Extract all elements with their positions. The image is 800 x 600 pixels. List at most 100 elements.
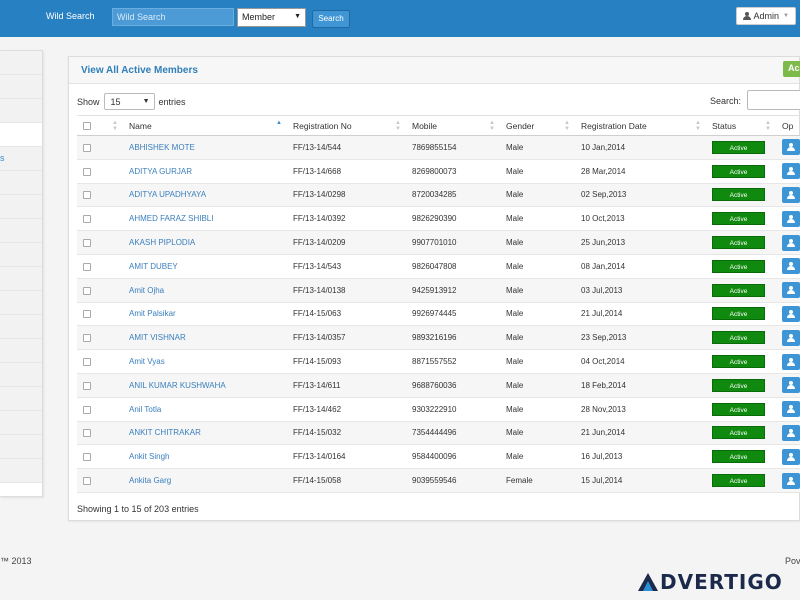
view-member-button[interactable] [782,234,800,251]
sidebar-item[interactable] [0,315,42,339]
view-member-button[interactable] [782,472,800,489]
view-member-button[interactable] [782,139,800,156]
sidebar-item[interactable] [0,363,42,387]
user-icon [787,190,795,199]
status-badge[interactable]: Active [712,426,765,440]
sidebar-item[interactable] [0,243,42,267]
sidebar-item[interactable] [0,99,42,123]
sort-icon: ▲ ▼ [765,120,771,132]
status-badge[interactable]: Active [712,355,765,369]
column-header-registration-date[interactable]: Registration Date ▲ ▼ [575,115,706,136]
row-checkbox[interactable] [83,262,91,271]
sidebar-item[interactable] [0,195,42,219]
row-checkbox[interactable] [83,453,91,462]
sidebar-item[interactable] [0,387,42,411]
sidebar-item[interactable] [0,291,42,315]
member-name-link[interactable]: Ankit Singh [129,452,169,461]
view-member-button[interactable] [782,305,800,322]
sidebar-item[interactable] [0,51,42,75]
view-member-button[interactable] [782,210,800,227]
admin-menu-button[interactable]: Admin ▼ [736,7,796,25]
row-checkbox[interactable] [83,238,91,247]
view-member-button[interactable] [782,448,800,465]
search-button[interactable]: Search [312,10,350,28]
view-member-button[interactable] [782,282,800,299]
sidebar-item[interactable] [0,219,42,243]
member-name-link[interactable]: Amit Ojha [129,286,164,295]
member-name-link[interactable]: Anil Totla [129,405,161,414]
select-all-checkbox[interactable] [83,122,91,131]
sidebar-item[interactable] [0,435,42,459]
row-checkbox[interactable] [83,310,91,319]
column-header-gender[interactable]: Gender ▲ ▼ [500,115,575,136]
view-member-button[interactable] [782,401,800,418]
row-checkbox[interactable] [83,143,91,152]
row-checkbox[interactable] [83,357,91,366]
select-all-header[interactable]: ▲ ▼ [77,115,123,136]
row-checkbox[interactable] [83,405,91,414]
registration-no-cell: FF/14-15/093 [287,349,406,374]
sidebar-item[interactable] [0,171,42,195]
sidebar-item[interactable] [0,267,42,291]
member-name-link[interactable]: AKASH PIPLODIA [129,238,195,247]
view-member-button[interactable] [782,353,800,370]
view-member-button[interactable] [782,163,800,180]
column-header-status[interactable]: Status ▲ ▼ [706,115,776,136]
status-badge[interactable]: Active [712,259,765,273]
member-name-link[interactable]: AMIT VISHNAR [129,333,186,342]
page-length-select[interactable]: 15 ▼ [103,93,155,110]
member-type-select[interactable]: Member ▼ [237,8,306,27]
row-checkbox[interactable] [83,286,91,295]
sidebar-item[interactable] [0,459,42,483]
member-name-link[interactable]: AHMED FARAZ SHIBLI [129,214,213,223]
status-badge[interactable]: Active [712,331,765,345]
status-badge[interactable]: Active [712,378,765,392]
member-name-link[interactable]: Ankita Garg [129,476,171,485]
row-select-cell [77,373,123,398]
table-search-input[interactable] [747,90,800,110]
member-name-link[interactable]: ADITYA UPADHYAYA [129,190,206,199]
row-checkbox[interactable] [83,191,91,200]
view-member-button[interactable] [782,377,800,394]
member-name-link[interactable]: AMIT DUBEY [129,262,178,271]
table-row: AHMED FARAZ SHIBLI FF/13-14/0392 982629039… [77,206,800,232]
status-badge[interactable]: Active [712,236,765,250]
view-member-button[interactable] [782,424,800,441]
wild-search-input[interactable] [112,8,234,26]
row-checkbox[interactable] [83,334,91,343]
status-badge[interactable]: Active [712,164,765,178]
table-row: AMIT VISHNAR FF/13-14/0357 9893216196 Male 2… [77,325,800,351]
view-member-button[interactable] [782,186,800,203]
member-name-link[interactable]: Amit Vyas [129,357,165,366]
row-checkbox[interactable] [83,381,91,390]
member-name-link[interactable]: Amit Palsikar [129,309,176,318]
row-checkbox[interactable] [83,476,91,485]
status-badge[interactable]: Active [712,188,765,202]
row-checkbox[interactable] [83,215,91,224]
add-member-button[interactable]: Ac [783,61,800,77]
row-checkbox[interactable] [83,167,91,176]
sidebar-item-active[interactable] [0,123,42,147]
row-checkbox[interactable] [83,429,91,438]
status-badge[interactable]: Active [712,283,765,297]
sidebar-item[interactable] [0,75,42,99]
status-badge[interactable]: Active [712,140,765,154]
status-badge[interactable]: Active [712,307,765,321]
sidebar-item[interactable] [0,411,42,435]
status-badge[interactable]: Active [712,402,765,416]
column-header-mobile[interactable]: Mobile ▲ ▼ [406,115,500,136]
member-name-link[interactable]: ANKIT CHITRAKAR [129,428,201,437]
member-name-link[interactable]: ABHISHEK MOTE [129,143,195,152]
status-badge[interactable]: Active [712,474,765,488]
sidebar-item[interactable]: s [0,147,42,171]
member-name-link[interactable]: ADITYA GURJAR [129,167,192,176]
sidebar-item[interactable] [0,339,42,363]
column-header-registration[interactable]: Registration No ▲ ▼ [287,115,406,136]
status-badge[interactable]: Active [712,212,765,226]
member-name-link[interactable]: ANIL KUMAR KUSHWAHA [129,381,226,390]
column-header-options[interactable]: Op [776,115,800,136]
view-member-button[interactable] [782,258,800,275]
view-member-button[interactable] [782,329,800,346]
column-header-name[interactable]: Name ▲ [123,115,287,136]
status-badge[interactable]: Active [712,450,765,464]
